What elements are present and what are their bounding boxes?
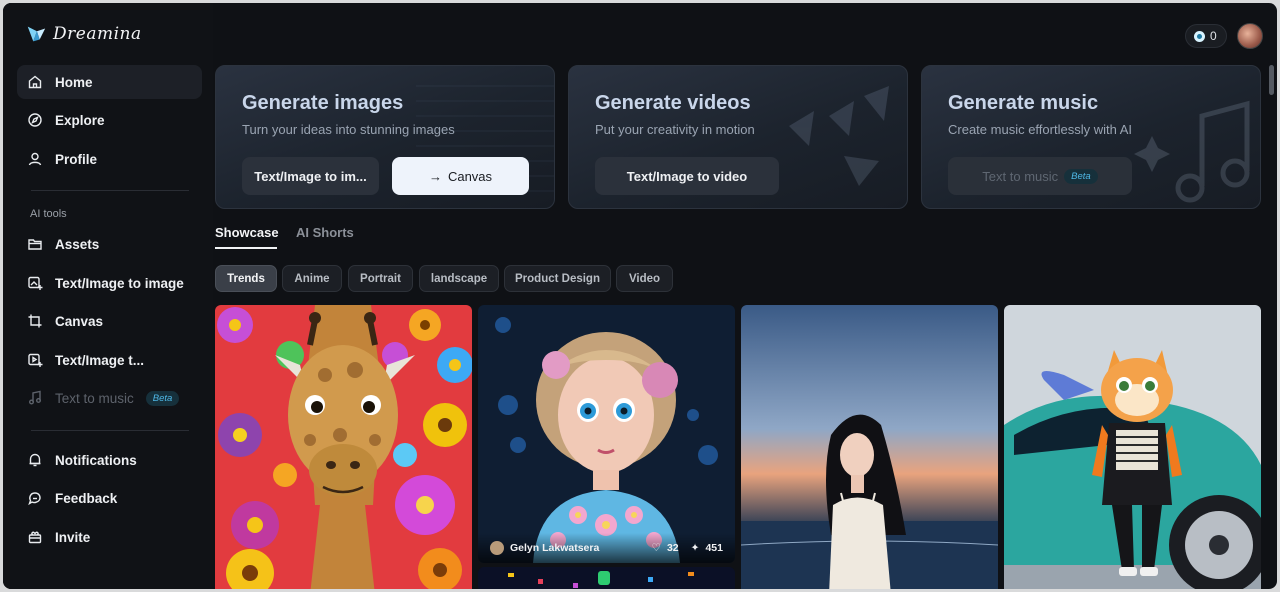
gallery-item-beach-portrait[interactable] [741, 305, 998, 589]
sidebar-item-invite[interactable]: Invite [17, 520, 202, 554]
heart-icon[interactable]: ♡ [652, 542, 661, 554]
gallery-item-princess[interactable]: Gelyn Lakwatsera ♡ 32 ✦ 451 [478, 305, 735, 563]
gift-icon [27, 529, 43, 545]
generate-videos-card: Generate videos Put your creativity in m… [568, 65, 908, 209]
explore-icon [27, 112, 43, 128]
author-avatar[interactable] [490, 541, 504, 555]
music-shapes-decoration [1134, 100, 1250, 203]
tab-ai-shorts[interactable]: AI Shorts [296, 225, 354, 240]
music-note-icon [27, 390, 43, 406]
sidebar-item-label: Text/Image t... [55, 352, 145, 368]
generate-music-card: Generate music Create music effortlessly… [921, 65, 1261, 209]
crop-icon [27, 313, 43, 329]
sidebar-item-explore[interactable]: Explore [17, 103, 202, 137]
video-plus-icon [27, 352, 43, 368]
sidebar-item-text-to-music[interactable]: Text to music Beta [17, 381, 202, 415]
text-to-music-button[interactable]: Text to music Beta [948, 157, 1132, 195]
filter-portrait[interactable]: Portrait [348, 265, 413, 292]
scrollbar[interactable] [1269, 65, 1274, 95]
gallery-item-party[interactable] [478, 567, 735, 589]
beach-portrait-image [741, 305, 998, 589]
tab-showcase[interactable]: Showcase [215, 225, 279, 240]
sidebar-item-label: Text to music [55, 390, 134, 406]
filter-anime[interactable]: Anime [282, 265, 342, 292]
gallery-item-giraffe[interactable] [215, 305, 472, 589]
sidebar-item-text-image-to-video[interactable]: Text/Image t... [17, 343, 202, 377]
sidebar-item-text-image-to-image[interactable]: Text/Image to image [17, 266, 202, 300]
gallery-item-cat-car[interactable] [1004, 305, 1261, 589]
sidebar: Dreamina Home Explore Profile AI tools A… [3, 3, 213, 589]
card-subtitle: Create music effortlessly with AI [948, 122, 1132, 137]
item-meta: Gelyn Lakwatsera ♡ 32 ✦ 451 [478, 533, 735, 563]
author-name[interactable]: Gelyn Lakwatsera [510, 542, 599, 554]
filter-trends[interactable]: Trends [215, 265, 277, 292]
uses-count: 451 [705, 542, 723, 554]
sidebar-item-label: Assets [55, 236, 100, 252]
text-image-to-video-button[interactable]: Text/Image to video [595, 157, 779, 195]
sidebar-item-notifications[interactable]: Notifications [17, 443, 202, 477]
sidebar-item-label: Text/Image to image [55, 275, 184, 291]
button-label: Canvas [447, 168, 493, 184]
cat-car-image [1004, 305, 1261, 589]
card-title: Generate music [948, 92, 1099, 114]
dreamina-logo-icon [27, 26, 46, 42]
button-label: Text/Image to video [626, 168, 748, 184]
sidebar-item-label: Home [55, 74, 93, 90]
likes-count: 32 [666, 542, 679, 554]
active-tab-indicator [215, 247, 277, 249]
image-plus-icon [27, 275, 43, 291]
card-title: Generate images [242, 92, 404, 114]
credit-coin-icon [1194, 30, 1205, 42]
brand-name: Dreamina [53, 24, 142, 44]
text-image-to-image-button[interactable]: Text/Image to im... [242, 157, 379, 195]
sidebar-item-feedback[interactable]: Feedback [17, 481, 202, 515]
giraffe-image [215, 305, 472, 589]
ai-tools-label: AI tools [30, 208, 67, 220]
sidebar-item-label: Feedback [55, 490, 118, 506]
sidebar-item-profile[interactable]: Profile [17, 142, 202, 176]
button-label: Text/Image to im... [254, 168, 367, 184]
generate-images-card: Generate images Turn your ideas into stu… [215, 65, 555, 209]
sidebar-item-assets[interactable]: Assets [17, 227, 202, 261]
play-shapes-decoration [789, 86, 889, 186]
brand-logo[interactable]: Dreamina [25, 23, 142, 45]
sidebar-item-home[interactable]: Home [17, 65, 202, 99]
feedback-icon [27, 490, 43, 506]
home-icon [27, 74, 43, 90]
card-subtitle: Put your creativity in motion [595, 122, 755, 137]
party-image [478, 567, 735, 589]
sidebar-divider [31, 190, 189, 191]
beta-badge: Beta [145, 390, 180, 406]
arrow-right-icon: → [428, 168, 442, 184]
filter-video[interactable]: Video [616, 265, 673, 292]
app-window: Dreamina Home Explore Profile AI tools A… [3, 3, 1277, 589]
profile-icon [27, 151, 43, 167]
folder-icon [27, 236, 43, 252]
button-label: Text to music [982, 168, 1059, 184]
card-subtitle: Turn your ideas into stunning images [242, 122, 455, 137]
credits-count: 0 [1210, 29, 1217, 43]
canvas-button[interactable]: → Canvas [392, 157, 529, 195]
sidebar-item-label: Profile [55, 151, 98, 167]
sidebar-item-label: Notifications [55, 452, 137, 468]
princess-image [478, 305, 735, 563]
filter-landscape[interactable]: landscape [419, 265, 499, 292]
credits-button[interactable]: 0 [1185, 24, 1227, 48]
sidebar-item-canvas[interactable]: Canvas [17, 304, 202, 338]
beta-badge: Beta [1064, 168, 1098, 184]
sidebar-item-label: Explore [55, 112, 105, 128]
sidebar-item-label: Canvas [55, 313, 104, 329]
card-title: Generate videos [595, 92, 751, 114]
filter-product-design[interactable]: Product Design [504, 265, 611, 292]
bell-icon [27, 452, 43, 468]
user-avatar[interactable] [1237, 23, 1263, 49]
sparkle-icon: ✦ [690, 542, 700, 554]
sidebar-divider [31, 430, 189, 431]
sidebar-item-label: Invite [55, 529, 91, 545]
